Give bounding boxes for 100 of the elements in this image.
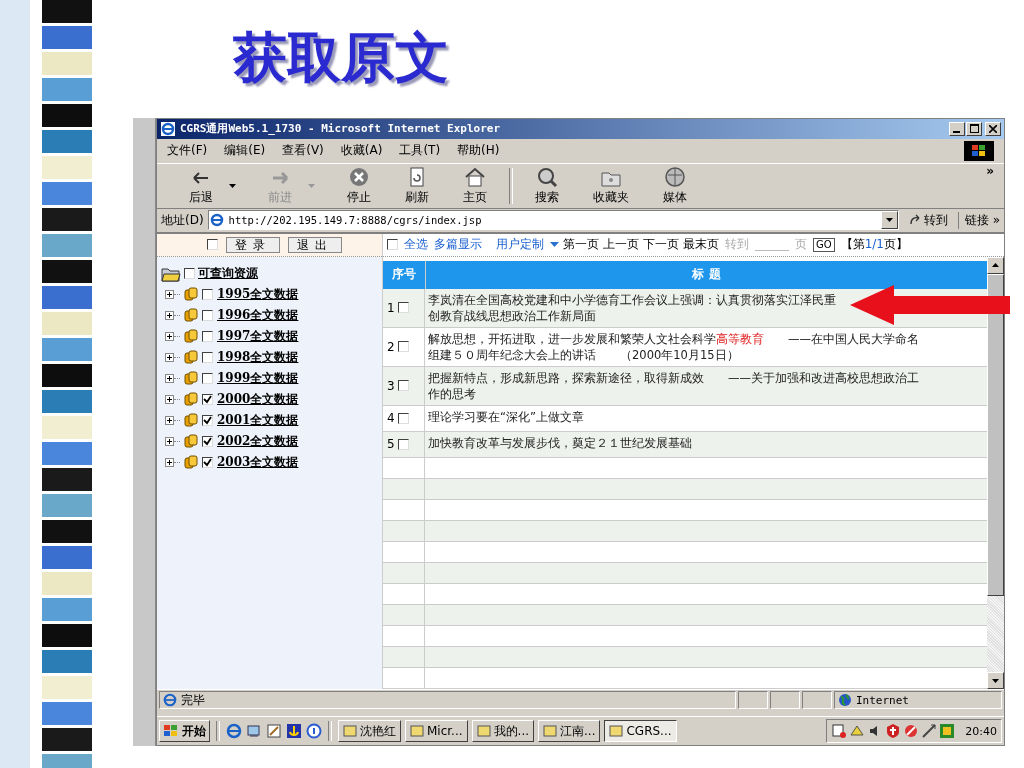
more-button[interactable]: » [986, 163, 994, 178]
menu-item[interactable]: 收藏(A) [340, 142, 383, 160]
expand-icon[interactable] [165, 310, 174, 320]
toolbar-button[interactable]: 停止 [335, 165, 383, 206]
close-button[interactable] [985, 122, 1001, 136]
warning-icon[interactable] [849, 723, 866, 739]
taskbar-button[interactable]: 江南... [538, 720, 601, 742]
multi-view-link[interactable]: 多篇显示 [434, 236, 482, 254]
maximize-button[interactable] [966, 122, 982, 136]
quick-launch-icon[interactable] [266, 723, 282, 739]
checkbox[interactable] [397, 380, 409, 392]
checkbox[interactable] [202, 456, 213, 468]
taskbar-button[interactable]: CGRS... [604, 720, 677, 742]
article-title[interactable]: 把握新特点，形成新思路，探索新途径，取得新成效 ——关于加强和改进高校思想政治工 作的思考 [428, 369, 919, 402]
expand-icon[interactable] [165, 436, 174, 446]
article-title[interactable]: 李岚清在全国高校党建和中小学德育工作会议上强调：认真贯彻落实江泽民重 创教育战线思想政治工作新局面 [428, 291, 836, 324]
page-link[interactable]: 下一页 [643, 236, 679, 254]
window-title: CGRS通用Web5.1_1730 - Microsoft Internet Explorer [180, 121, 500, 137]
toolbar-button[interactable]: 搜索 [523, 165, 571, 206]
checkbox[interactable] [202, 330, 213, 342]
checkbox[interactable] [202, 393, 213, 405]
menu-item[interactable]: 工具(T) [399, 142, 441, 160]
checkbox[interactable] [202, 309, 213, 321]
pen-icon[interactable] [921, 723, 938, 739]
page-link[interactable]: 上一页 [603, 236, 639, 254]
tree-item[interactable]: 1997全文数据 [217, 327, 299, 345]
scroll-down-icon[interactable] [992, 678, 999, 683]
database-icon [184, 455, 198, 470]
address-field[interactable]: http://202.195.149.7:8888/cgrs/index.jsp [207, 210, 899, 231]
quick-launch-icon[interactable] [306, 723, 322, 739]
menu-item[interactable]: 文件(F) [167, 142, 208, 160]
go-button[interactable]: 转到 [902, 211, 954, 229]
links-button[interactable]: 链接 » [957, 211, 1000, 229]
menu-item[interactable]: 帮助(H) [457, 142, 500, 160]
tree-item[interactable]: 1995全文数据 [217, 285, 299, 303]
go-button[interactable]: GO [813, 237, 835, 252]
menu-item[interactable]: 编辑(E) [224, 142, 266, 160]
taskbar-button[interactable]: 沈艳红 [338, 720, 401, 742]
checkbox[interactable] [202, 372, 213, 384]
start-button[interactable]: 开始 [159, 720, 210, 742]
minimize-button[interactable] [949, 122, 965, 136]
toolbar-button[interactable]: 收藏夹 [581, 165, 641, 206]
toolbar-button[interactable]: 主页 [451, 165, 499, 206]
row-number: 2 [387, 339, 395, 354]
expand-icon[interactable] [165, 373, 174, 383]
checkbox[interactable] [184, 268, 195, 280]
toolbar-button[interactable]: 刷新 [393, 165, 441, 206]
caret-icon[interactable] [885, 218, 893, 223]
checkbox[interactable] [397, 412, 409, 424]
scrollbar-thumb[interactable] [987, 273, 1004, 596]
login-button[interactable]: 登录 [226, 236, 280, 253]
quick-launch-icon[interactable] [226, 723, 242, 739]
toolbar-button[interactable]: 后退 [177, 165, 225, 206]
expand-icon[interactable] [165, 289, 174, 299]
checkbox[interactable] [202, 351, 213, 363]
taskbar-button[interactable]: 我的... [471, 720, 534, 742]
checkbox[interactable] [207, 239, 218, 251]
taskbar-button[interactable]: Micr... [405, 720, 468, 742]
shield-icon[interactable] [885, 723, 902, 739]
article-title[interactable]: 解放思想，开拓进取，进一步发展和繁荣人文社会科学高等教育 ——在中国人民大学命名 组建５０周年纪念大会上的讲话 （2000年10月15日） [428, 330, 919, 363]
document-icon[interactable] [831, 723, 848, 739]
tree-item[interactable]: 2003全文数据 [217, 453, 299, 471]
scroll-up-icon[interactable] [992, 263, 999, 268]
slide-title: 获取原文 [233, 24, 450, 91]
tree-item[interactable]: 可查询资源 [198, 265, 258, 283]
checkbox[interactable] [397, 302, 409, 314]
caret-icon[interactable] [229, 183, 236, 188]
app-icon[interactable] [939, 723, 956, 739]
expand-icon[interactable] [165, 394, 174, 404]
quick-launch-icon[interactable] [246, 723, 262, 739]
quick-launch-icon[interactable] [286, 723, 302, 739]
checkbox[interactable] [397, 438, 409, 450]
checkbox[interactable] [202, 288, 213, 300]
tree-item[interactable]: 2000全文数据 [217, 390, 299, 408]
expand-icon[interactable] [165, 415, 174, 425]
database-icon [184, 413, 198, 428]
expand-icon[interactable] [165, 331, 174, 341]
tree-item[interactable]: 1999全文数据 [217, 369, 299, 387]
customize-link[interactable]: 用户定制 [496, 236, 544, 254]
tree-item[interactable]: 2001全文数据 [217, 411, 299, 429]
checkbox[interactable] [202, 435, 213, 447]
menu-item[interactable]: 查看(V) [282, 142, 324, 160]
checkbox[interactable] [202, 414, 213, 426]
login-button[interactable]: 退出 [288, 236, 342, 253]
tree-item[interactable]: 1996全文数据 [217, 306, 299, 324]
prohibited-icon[interactable] [903, 723, 920, 739]
toolbar-button[interactable]: 媒体 [651, 165, 699, 206]
page-link[interactable]: 第一页 [563, 236, 599, 254]
page-link[interactable]: 最末页 [683, 236, 719, 254]
article-title[interactable]: 理论学习要在“深化”上做文章 [428, 408, 584, 425]
select-all-link[interactable]: 全选 [404, 236, 428, 254]
tree-item[interactable]: 2002全文数据 [217, 432, 299, 450]
scrollbar[interactable] [987, 256, 1004, 690]
checkbox[interactable] [387, 239, 398, 251]
tree-item[interactable]: 1998全文数据 [217, 348, 299, 366]
browser-icon [208, 212, 225, 229]
expand-icon[interactable] [165, 457, 174, 467]
article-title[interactable]: 加快教育改革与发展步伐，奠定２１世纪发展基础 [428, 434, 692, 451]
checkbox[interactable] [397, 341, 409, 353]
expand-icon[interactable] [165, 352, 174, 362]
